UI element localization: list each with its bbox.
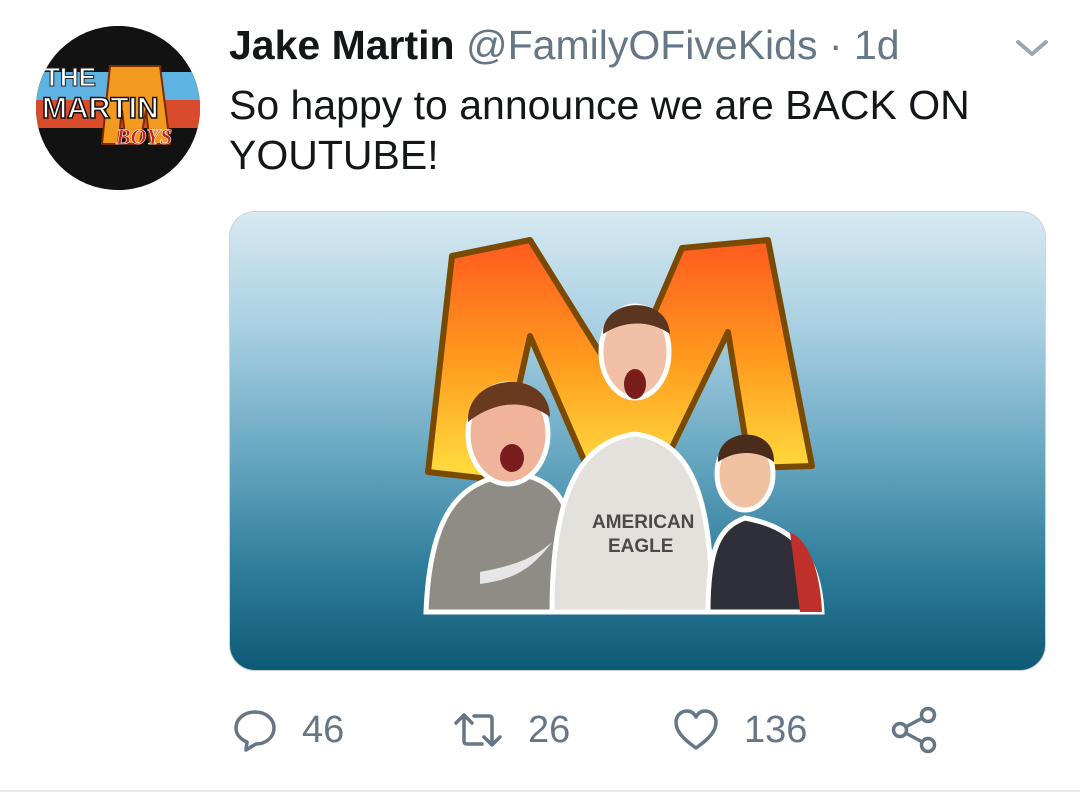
share-button[interactable] [890, 700, 940, 760]
reply-icon [234, 710, 276, 752]
retweet-button[interactable]: 26 [452, 700, 570, 760]
shirt-text-line-1: AMERICAN [592, 512, 694, 533]
header-separator: · [828, 22, 843, 68]
chevron-down-icon [1016, 40, 1048, 56]
reply-count: 46 [302, 708, 345, 751]
youtube-thumbnail: M AMERICAN EAGLE [423, 237, 825, 615]
tweet-text: So happy to announce we are BACK ON YOUT… [229, 82, 970, 178]
logo-word-boys: BOYS [115, 124, 172, 149]
tweet-actions: 46 26 136 [0, 700, 1080, 760]
author-name[interactable]: Jake Martin [229, 22, 455, 68]
author-avatar[interactable]: THE MARTIN BOYS [36, 26, 200, 190]
shirt-text-line-2: EAGLE [608, 536, 673, 557]
like-count: 136 [744, 708, 808, 751]
retweet-icon [454, 713, 502, 747]
like-icon [674, 709, 718, 750]
tweet-header: Jake Martin @FamilyOFiveKids · 1d [229, 20, 900, 70]
tweet-menu-button[interactable] [1010, 30, 1054, 66]
share-icon [891, 706, 937, 754]
tweet-divider [0, 790, 1080, 792]
retweet-count: 26 [528, 708, 571, 751]
reply-button[interactable]: 46 [232, 700, 344, 760]
tweet-timestamp[interactable]: 1d [854, 22, 900, 68]
like-button[interactable]: 136 [672, 700, 807, 760]
martin-boys-logo: THE MARTIN BOYS [36, 26, 200, 190]
tweet-media-image[interactable]: M AMERICAN EAGLE [229, 211, 1046, 671]
author-handle[interactable]: @FamilyOFiveKids [466, 22, 817, 68]
logo-word-martin: MARTIN [42, 92, 159, 125]
logo-word-the: THE [44, 62, 96, 92]
